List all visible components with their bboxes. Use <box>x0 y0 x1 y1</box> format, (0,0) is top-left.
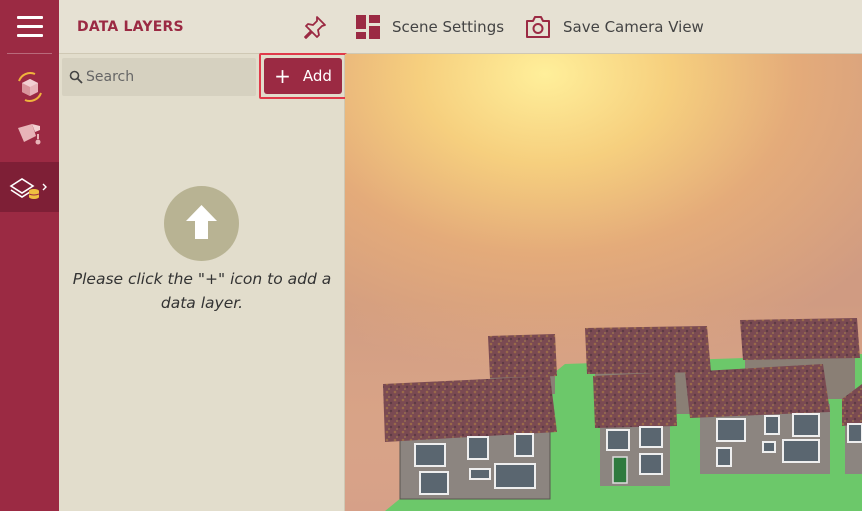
hamburger-menu-icon[interactable] <box>17 16 43 38</box>
pin-icon <box>304 16 326 39</box>
empty-state-message: Please click the "+" icon to add a data … <box>72 270 332 312</box>
top-header: DATA LAYERS Scene Settings Save Camera V… <box>59 0 862 54</box>
left-rail <box>0 0 59 511</box>
scene-canvas <box>345 304 862 511</box>
upload-arrow-icon <box>186 205 217 239</box>
cube-rotate-icon <box>18 72 42 102</box>
add-data-layer-button[interactable]: + Add <box>264 58 342 94</box>
dashboard-icon <box>356 15 380 39</box>
save-camera-view-label: Save Camera View <box>563 18 704 36</box>
search-icon <box>69 70 83 84</box>
layers-database-icon <box>9 178 47 199</box>
scene-settings-button[interactable]: Scene Settings <box>356 0 504 54</box>
rail-item-3d-models[interactable] <box>0 62 59 112</box>
house-front-1 <box>383 376 557 500</box>
add-label: Add <box>302 67 332 85</box>
house-front-2 <box>593 372 677 486</box>
house-front-3 <box>685 364 830 474</box>
scene-viewport[interactable] <box>345 54 862 511</box>
search-input[interactable] <box>86 64 251 90</box>
add-button-highlight: + Add <box>259 53 347 99</box>
upload-placeholder <box>164 186 239 261</box>
pin-button[interactable] <box>303 0 327 54</box>
plus-icon: + <box>274 64 291 88</box>
rail-item-styling[interactable] <box>0 110 59 160</box>
search-box[interactable] <box>62 58 256 96</box>
paint-bucket-icon <box>18 124 41 145</box>
house-front-4 <box>842 384 862 474</box>
rail-divider <box>7 53 52 54</box>
camera-icon <box>526 16 550 38</box>
scene-settings-label: Scene Settings <box>392 18 505 36</box>
rail-item-data-layers[interactable] <box>0 162 59 212</box>
data-layers-panel: + Add Please click the "+" icon to add a… <box>59 53 347 511</box>
panel-title: DATA LAYERS <box>77 19 184 35</box>
save-camera-view-button[interactable]: Save Camera View <box>525 0 704 54</box>
